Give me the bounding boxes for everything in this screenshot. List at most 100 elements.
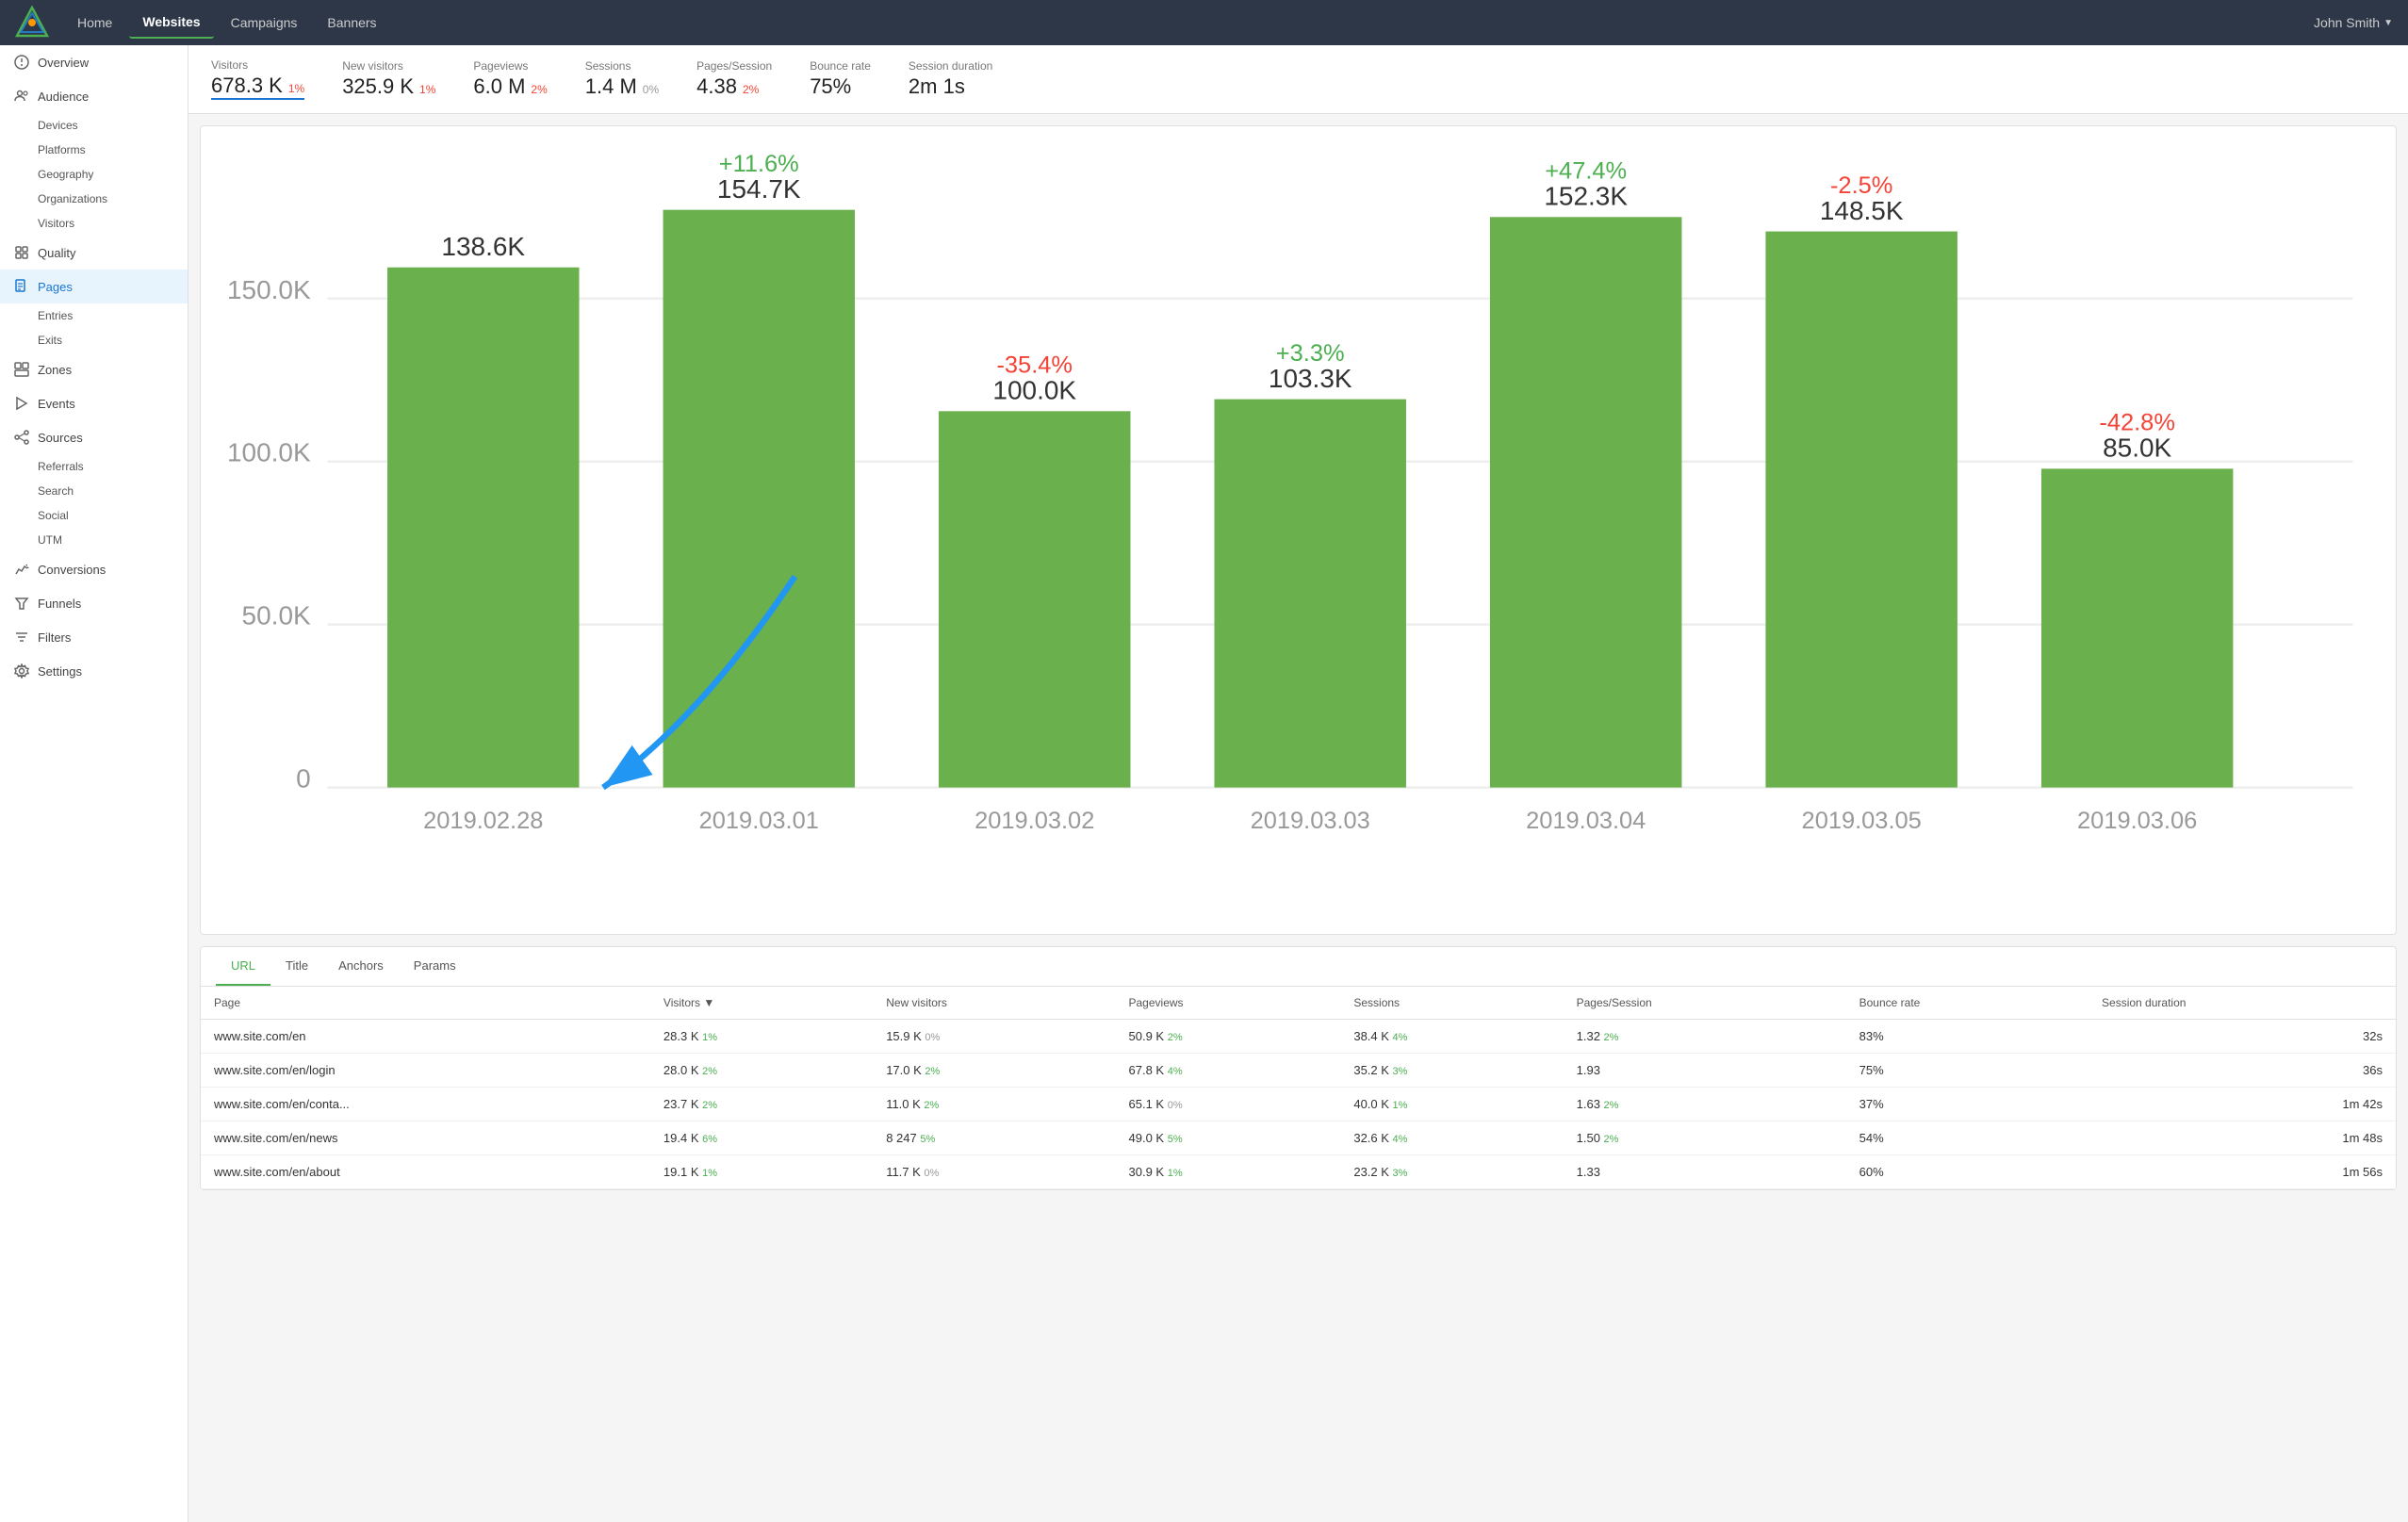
table-row: www.site.com/en/conta... 23.7 K 2% 11.0 …	[201, 1087, 2396, 1121]
bar-5[interactable]	[1765, 232, 1957, 788]
bar-2[interactable]	[939, 411, 1130, 787]
sidebar-sub-referrals[interactable]: Referrals	[0, 454, 188, 479]
td-visitors: 28.0 K 2%	[650, 1053, 873, 1087]
th-pages-session: Pages/Session	[1564, 987, 1846, 1020]
table-row: www.site.com/en 28.3 K 1% 15.9 K 0% 50.9…	[201, 1019, 2396, 1053]
sidebar-item-quality[interactable]: Quality	[0, 236, 188, 270]
change-badge: 4%	[1393, 1032, 1408, 1043]
stat-session-duration-value: 2m 1s	[909, 74, 965, 99]
y-label-100k: 100.0K	[227, 438, 311, 467]
stats-bar: Visitors 678.3 K 1% New visitors 325.9 K…	[188, 45, 2408, 114]
td-bounce-rate: 54%	[1846, 1121, 2089, 1154]
sidebar-sub-devices[interactable]: Devices	[0, 113, 188, 138]
td-session-duration: 36s	[2089, 1053, 2396, 1087]
x-label-6: 2019.03.06	[2077, 808, 2197, 834]
sidebar-item-zones[interactable]: Zones	[0, 352, 188, 386]
td-pages-session: 1.93	[1564, 1053, 1846, 1087]
td-pageviews: 50.9 K 2%	[1116, 1019, 1341, 1053]
logo[interactable]	[15, 6, 49, 40]
sidebar-item-pages[interactable]: Pages	[0, 270, 188, 303]
bar-3[interactable]	[1214, 400, 1405, 788]
td-visitors: 19.4 K 6%	[650, 1121, 873, 1154]
sidebar-sub-platforms[interactable]: Platforms	[0, 138, 188, 162]
stat-sessions-label: Sessions	[585, 59, 659, 73]
change-badge: 2%	[1168, 1032, 1183, 1043]
sidebar-label-pages: Pages	[38, 280, 73, 294]
stat-new-visitors: New visitors 325.9 K 1%	[342, 59, 435, 99]
sidebar-sub-exits[interactable]: Exits	[0, 328, 188, 352]
stat-session-duration-label: Session duration	[909, 59, 992, 73]
change-badge: 4%	[1393, 1134, 1408, 1145]
td-new-visitors: 11.7 K 0%	[873, 1154, 1115, 1188]
bar-6[interactable]	[2041, 468, 2233, 787]
change-badge: 1%	[1168, 1168, 1183, 1179]
change-badge: 0%	[1168, 1100, 1183, 1111]
sidebar-label-overview: Overview	[38, 56, 89, 70]
bar-1[interactable]	[663, 210, 855, 788]
th-session-duration: Session duration	[2089, 987, 2396, 1020]
stat-pages-session-change: 2%	[743, 83, 759, 96]
sidebar-sub-geography[interactable]: Geography	[0, 162, 188, 187]
sidebar-item-overview[interactable]: Overview	[0, 45, 188, 79]
sidebar-item-audience[interactable]: Audience	[0, 79, 188, 113]
td-page: www.site.com/en/about	[201, 1154, 650, 1188]
sidebar-item-sources[interactable]: Sources	[0, 420, 188, 454]
bar-change-2: -35.4%	[996, 352, 1073, 379]
bar-4[interactable]	[1490, 217, 1681, 787]
td-bounce-rate: 60%	[1846, 1154, 2089, 1188]
stat-bounce-rate-label: Bounce rate	[810, 59, 871, 73]
change-badge: 2%	[1604, 1100, 1619, 1111]
zones-icon	[13, 361, 30, 378]
sidebar-sub-utm[interactable]: UTM	[0, 528, 188, 552]
tab-anchors[interactable]: Anchors	[323, 947, 399, 986]
user-menu[interactable]: John Smith ▼	[2314, 15, 2393, 30]
th-visitors[interactable]: Visitors ▼	[650, 987, 873, 1020]
stat-pageviews-change: 2%	[531, 83, 547, 96]
td-bounce-rate: 83%	[1846, 1019, 2089, 1053]
quality-icon	[13, 244, 30, 261]
x-label-4: 2019.03.04	[1526, 808, 1646, 834]
sidebar-sub-visitors[interactable]: Visitors	[0, 211, 188, 236]
nav-campaigns[interactable]: Campaigns	[218, 8, 311, 38]
table-tabs: URL Title Anchors Params	[201, 947, 2396, 987]
tab-url[interactable]: URL	[216, 947, 270, 986]
td-sessions: 38.4 K 4%	[1340, 1019, 1563, 1053]
sidebar-sub-search[interactable]: Search	[0, 479, 188, 503]
sidebar-sub-organizations[interactable]: Organizations	[0, 187, 188, 211]
change-badge: 2%	[925, 1066, 940, 1077]
sidebar-item-settings[interactable]: Settings	[0, 654, 188, 688]
stat-bounce-rate-value: 75%	[810, 74, 851, 99]
nav-websites[interactable]: Websites	[129, 7, 213, 39]
td-pages-session: 1.33	[1564, 1154, 1846, 1188]
bar-0[interactable]	[387, 268, 579, 788]
sources-icon	[13, 429, 30, 446]
nav-home[interactable]: Home	[64, 8, 125, 38]
change-badge: 1%	[702, 1032, 717, 1043]
table-row: www.site.com/en/login 28.0 K 2% 17.0 K 2…	[201, 1053, 2396, 1087]
nav-banners[interactable]: Banners	[314, 8, 389, 38]
sidebar-item-events[interactable]: Events	[0, 386, 188, 420]
tab-title[interactable]: Title	[270, 947, 323, 986]
td-pages-session: 1.32 2%	[1564, 1019, 1846, 1053]
x-label-1: 2019.03.01	[699, 808, 819, 834]
sidebar-label-sources: Sources	[38, 431, 83, 445]
audience-icon	[13, 88, 30, 105]
tab-params[interactable]: Params	[399, 947, 471, 986]
sidebar-label-settings: Settings	[38, 664, 82, 679]
sidebar-sub-social[interactable]: Social	[0, 503, 188, 528]
th-bounce-rate: Bounce rate	[1846, 987, 2089, 1020]
change-badge: 2%	[702, 1066, 717, 1077]
y-label-50k: 50.0K	[242, 601, 311, 630]
td-session-duration: 1m 48s	[2089, 1121, 2396, 1154]
sidebar-item-conversions[interactable]: Conversions	[0, 552, 188, 586]
sidebar: Overview Audience Devices Platforms Geog…	[0, 45, 188, 1522]
sidebar-item-filters[interactable]: Filters	[0, 620, 188, 654]
change-badge: 5%	[1168, 1134, 1183, 1145]
sidebar-item-funnels[interactable]: Funnels	[0, 586, 188, 620]
stat-visitors: Visitors 678.3 K 1%	[211, 58, 304, 100]
change-badge: 2%	[1604, 1032, 1619, 1043]
x-label-0: 2019.02.28	[423, 808, 543, 834]
change-badge: 0%	[924, 1168, 939, 1179]
sidebar-sub-entries[interactable]: Entries	[0, 303, 188, 328]
td-page: www.site.com/en/conta...	[201, 1087, 650, 1121]
